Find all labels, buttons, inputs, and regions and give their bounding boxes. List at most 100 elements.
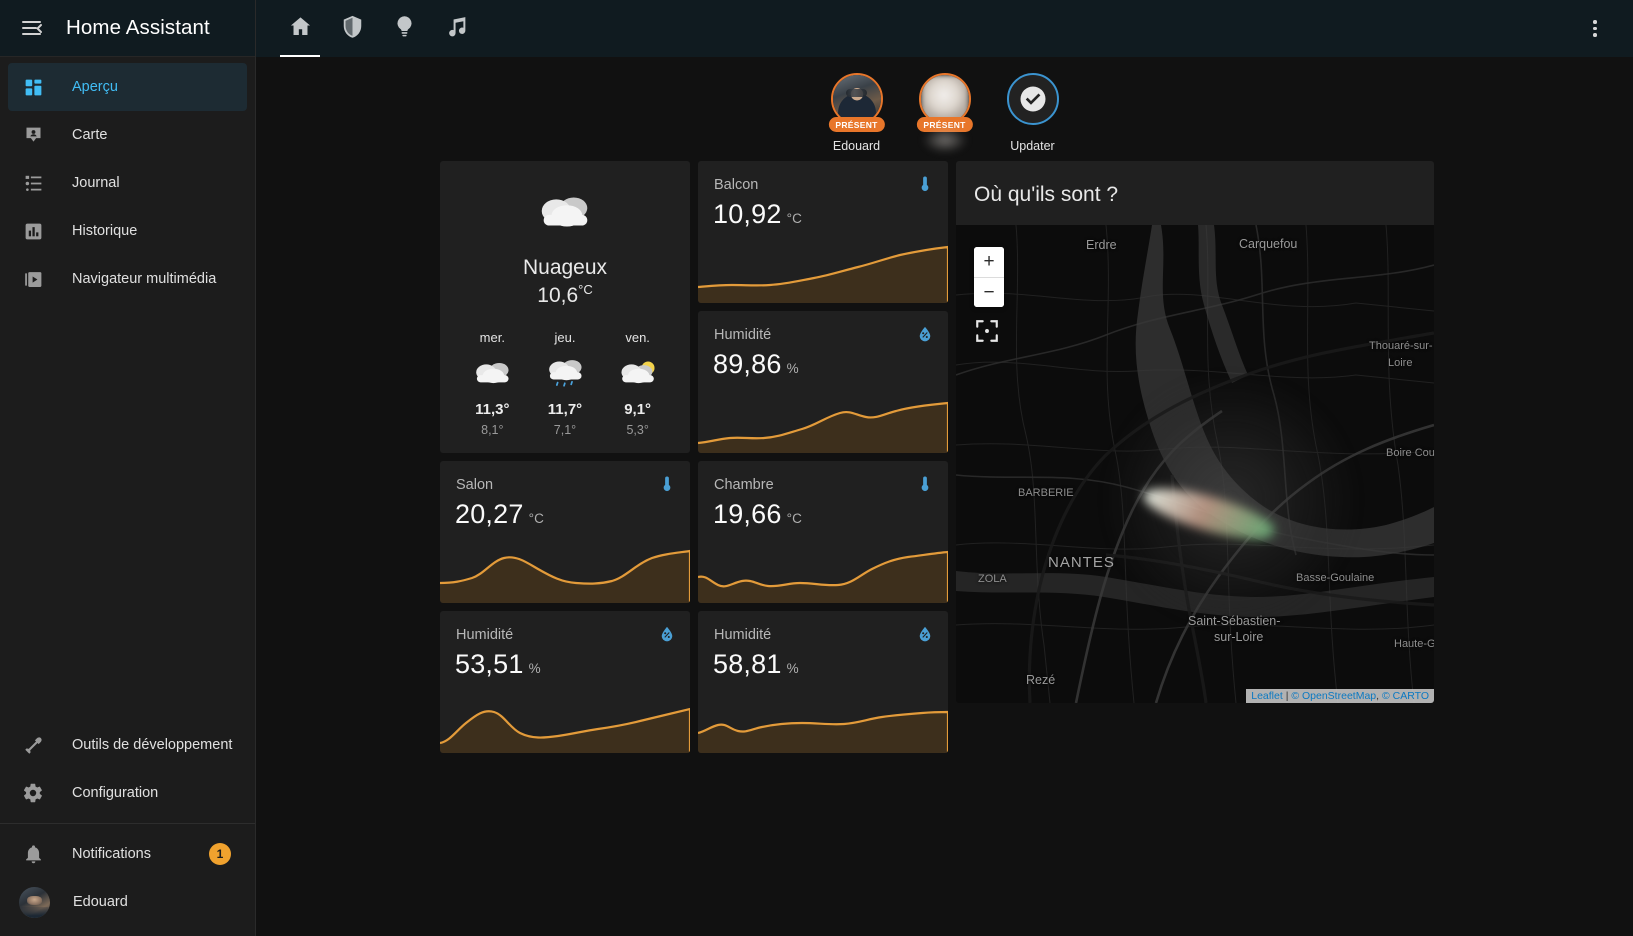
gear-icon	[20, 780, 46, 806]
badge-label: Updater	[1010, 139, 1055, 153]
sensor-graph	[698, 231, 948, 303]
sensor-graph	[698, 681, 948, 753]
map-zoom-out-button[interactable]: −	[974, 277, 1004, 307]
tab-home[interactable]	[274, 0, 326, 57]
fit-bounds-icon[interactable]	[974, 318, 1000, 344]
sensor-value: 89,86%	[713, 349, 799, 380]
sensor-card-humidite-chambre[interactable]: Humidité 58,81%	[698, 611, 948, 753]
person-blurred-icon	[920, 75, 969, 123]
thermometer-icon	[916, 175, 934, 198]
sensor-card-humidite-salon[interactable]: Humidité 53,51%	[440, 611, 690, 753]
map-attribution: Leaflet | © OpenStreetMap, © CARTO	[1246, 689, 1434, 703]
sidebar-item-navigateur-multimedia[interactable]: Navigateur multimédia	[8, 255, 247, 303]
sidebar-item-label: Carte	[72, 127, 108, 143]
sensor-value: 58,81%	[713, 649, 799, 680]
badge-circle: PRÉSENT	[828, 73, 885, 132]
forecast-high: 11,3°	[475, 401, 510, 418]
sidebar-item-label: Historique	[72, 223, 138, 239]
osm-link[interactable]: © OpenStreetMap	[1291, 690, 1376, 702]
tab-media[interactable]	[430, 0, 482, 57]
sidebar-bottom-nav: Outils de développement Configuration	[0, 721, 255, 817]
tab-security[interactable]	[326, 0, 378, 57]
sensor-card-salon[interactable]: Salon 20,27 °C	[440, 461, 690, 603]
sensor-graph	[440, 531, 690, 603]
sensor-value: 20,27 °C	[455, 499, 544, 530]
dashboard-icon	[20, 74, 46, 100]
tab-lights[interactable]	[378, 0, 430, 57]
card-columns: Nuageux 10,6°C mer. 11,3° 8,1° jeu. 11,7…	[256, 161, 1633, 753]
sidebar-item-outils-de-developpement[interactable]: Outils de développement	[8, 721, 247, 769]
thermometer-icon	[658, 475, 676, 498]
forecast-low: 7,1°	[553, 423, 577, 437]
forecast-low: 8,1°	[481, 423, 504, 437]
forecast-day-name: ven.	[625, 330, 650, 345]
sidebar-nav: Aperçu Carte Journal Historique Navigate…	[0, 57, 255, 303]
forecast-day: mer. 11,3° 8,1°	[459, 330, 525, 437]
sensor-name: Chambre	[714, 477, 774, 493]
badge-state: PRÉSENT	[828, 117, 885, 132]
forecast-day: ven. 9,1° 5,3°	[605, 330, 671, 437]
map-card-title: Où qu'ils sont ?	[974, 183, 1119, 206]
sensor-value-number: 58,81	[713, 649, 782, 679]
top-toolbar	[256, 0, 1633, 57]
sensor-card-chambre[interactable]: Chambre 19,66 °C	[698, 461, 948, 603]
sidebar-item-apercu[interactable]: Aperçu	[8, 63, 247, 111]
dashboard-content: PRÉSENT Edouard PRÉSENT Updater Nuageux …	[256, 57, 1633, 936]
forecast-low: 5,3°	[626, 423, 649, 437]
sensor-name: Salon	[456, 477, 494, 493]
column-middle: Balcon 10,92 °C Humidité 89,86 % Chambre…	[698, 161, 948, 753]
leaflet-link[interactable]: Leaflet	[1251, 690, 1283, 702]
sensor-card-humidite-balcon[interactable]: Humidité 89,86%	[698, 311, 948, 453]
sensor-value-number: 19,66	[713, 499, 782, 529]
cloudy-icon	[534, 187, 596, 240]
sidebar-header: Home Assistant	[0, 0, 255, 57]
sidebar-item-carte[interactable]: Carte	[8, 111, 247, 159]
sensor-name: Balcon	[714, 177, 759, 193]
humidity-icon	[916, 625, 934, 648]
weather-temp-value: 10,6	[537, 284, 579, 307]
badge-label: Edouard	[832, 139, 881, 153]
sensor-unit: °C	[786, 211, 803, 226]
sensor-unit: %	[528, 661, 541, 676]
sidebar-item-label: Notifications	[72, 846, 151, 862]
sidebar-item-journal[interactable]: Journal	[8, 159, 247, 207]
sensor-unit: °C	[786, 511, 803, 526]
sidebar-item-notifications[interactable]: Notifications 1	[8, 830, 247, 878]
sensor-unit: %	[786, 361, 799, 376]
badge-updater[interactable]: Updater	[997, 73, 1069, 153]
sensor-value: 10,92 °C	[713, 199, 802, 230]
sidebar-item-historique[interactable]: Historique	[8, 207, 247, 255]
sensor-value: 53,51%	[455, 649, 541, 680]
sidebar: Home Assistant Aperçu Carte Journal Hist…	[0, 0, 256, 936]
badge-blur-shadow	[921, 127, 968, 153]
forecast-day-name: mer.	[479, 330, 505, 345]
sidebar-item-configuration[interactable]: Configuration	[8, 769, 247, 817]
sidebar-item-label: Outils de développement	[72, 737, 233, 753]
sidebar-item-label: Journal	[72, 175, 120, 191]
bell-icon	[20, 841, 46, 867]
carto-link[interactable]: © CARTO	[1382, 690, 1429, 702]
lightbulb-icon	[392, 14, 417, 44]
sensor-card-balcon[interactable]: Balcon 10,92 °C	[698, 161, 948, 303]
app-title: Home Assistant	[66, 16, 210, 39]
sensor-unit: %	[786, 661, 799, 676]
badge-circle	[1006, 73, 1059, 125]
map-card: Où qu'ils sont ? + − Erdre Carquefou Tho…	[956, 161, 1434, 703]
humidity-icon	[658, 625, 676, 648]
app-root: Home Assistant Aperçu Carte Journal Hist…	[0, 0, 1633, 936]
badge-edouard[interactable]: PRÉSENT Edouard	[821, 73, 893, 153]
badge-row: PRÉSENT Edouard PRÉSENT Updater	[256, 57, 1633, 161]
weather-card[interactable]: Nuageux 10,6°C mer. 11,3° 8,1° jeu. 11,7…	[440, 161, 690, 453]
map-canvas[interactable]: + − Erdre Carquefou Thouaré-sur- Loire B…	[956, 225, 1434, 703]
map-zoom-in-button[interactable]: +	[974, 247, 1004, 277]
sidebar-item-label: Aperçu	[72, 79, 118, 95]
badge-person-2[interactable]: PRÉSENT	[909, 73, 981, 153]
weather-temperature: 10,6°C	[537, 282, 592, 308]
menu-collapse-icon[interactable]	[14, 10, 50, 46]
sidebar-item-user[interactable]: Edouard	[8, 878, 247, 926]
overflow-menu-icon[interactable]	[1575, 9, 1615, 49]
view-tabs	[274, 0, 482, 57]
music-note-icon	[444, 14, 469, 44]
main-area: PRÉSENT Edouard PRÉSENT Updater Nuageux …	[256, 0, 1633, 936]
